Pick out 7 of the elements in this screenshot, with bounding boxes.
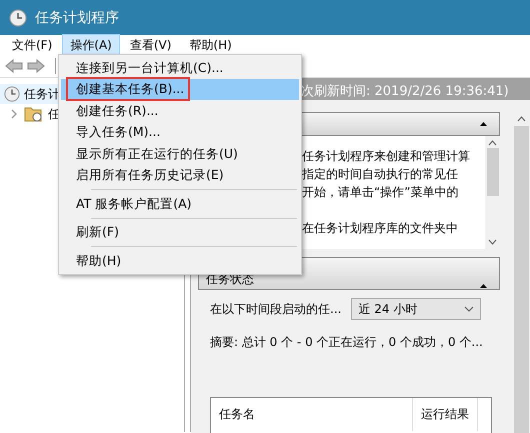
window-title: 任务计划程序 — [35, 8, 119, 26]
refresh-time: 次刷新时间: 2019/2/26 19:36:41) — [301, 84, 509, 99]
overview-text: 任务计划程序来创建和管理计算 — [302, 148, 471, 165]
overview-text: 指定的时间自动执行的常见任 — [302, 166, 459, 183]
period-label: 在以下时间段启动的任... — [210, 300, 342, 318]
summary-text: 摘要: 总计 0 个 - 0 个正在运行，0 个成功，0 个... — [210, 334, 484, 351]
overview-text: 开始，请单击“操作”菜单中的 — [302, 184, 460, 201]
